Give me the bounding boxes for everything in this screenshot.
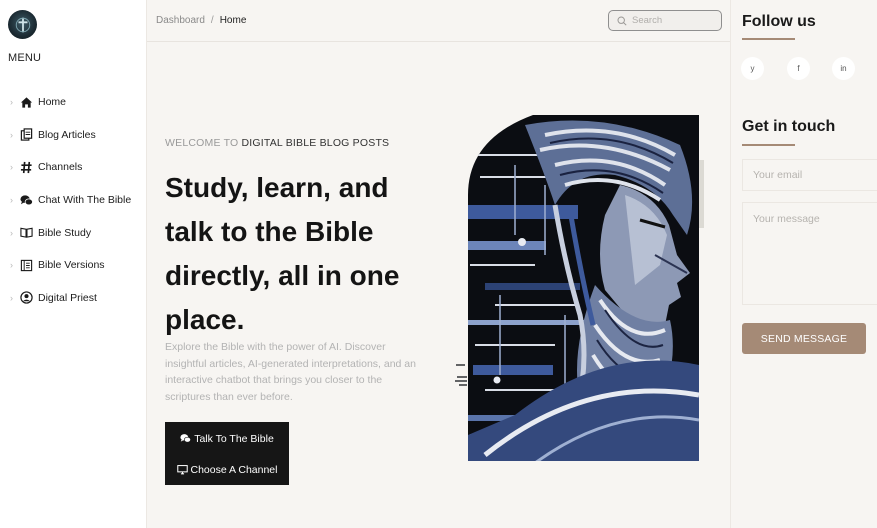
search-input[interactable]	[632, 15, 712, 26]
chat-icon	[19, 193, 33, 207]
talk-to-the-bible-label: Talk To The Bible	[194, 432, 274, 445]
sidebar-item-label: Channels	[38, 161, 83, 174]
talk-to-the-bible-button[interactable]: Talk To The Bible	[165, 423, 289, 454]
email-field[interactable]	[742, 159, 877, 191]
chevron-right-icon: ›	[10, 195, 13, 206]
sidebar-item-digital-priest[interactable]: › Digital Priest	[0, 282, 147, 315]
linkedin-icon: in	[840, 64, 847, 73]
chevron-right-icon: ›	[10, 97, 13, 108]
monitor-icon	[176, 465, 188, 475]
sidebar-item-label: Blog Articles	[38, 128, 96, 141]
logo-emblem-icon	[15, 17, 30, 32]
articles-icon	[19, 128, 33, 142]
sidebar-item-label: Chat With The Bible	[38, 194, 132, 207]
welcome-highlight: DIGITAL BIBLE BLOG POSTS	[241, 137, 390, 149]
user-icon	[19, 291, 33, 305]
twitter-link[interactable]: y	[741, 57, 764, 80]
chevron-right-icon: ›	[10, 129, 13, 140]
sidebar-nav: › Home › Blog Articles › Channels › Chat…	[0, 86, 147, 314]
chevron-right-icon: ›	[10, 292, 13, 303]
search-box[interactable]	[608, 10, 722, 31]
chevron-right-icon: ›	[10, 260, 13, 271]
breadcrumb: Dashboard / Home	[156, 15, 246, 26]
chat-icon	[180, 434, 192, 443]
sidebar: MENU › Home › Blog Articles › Channels ›	[0, 0, 147, 528]
hero-headline: Study, learn, and talk to the Bible dire…	[165, 172, 400, 335]
top-bar: Dashboard / Home	[147, 0, 730, 42]
logo[interactable]	[8, 10, 37, 39]
get-in-touch-title: Get in touch	[742, 118, 836, 135]
sidebar-item-bible-study[interactable]: › Bible Study	[0, 216, 147, 249]
follow-us-title: Follow us	[742, 13, 816, 30]
sidebar-item-blog-articles[interactable]: › Blog Articles	[0, 119, 147, 152]
welcome-text: WELCOME TO DIGITAL BIBLE BLOG POSTS	[165, 137, 389, 149]
cta-group: Talk To The Bible Choose A Channel	[165, 422, 289, 485]
twitter-icon: y	[750, 64, 755, 73]
message-field[interactable]	[742, 202, 877, 305]
title-underline	[742, 144, 795, 146]
choose-a-channel-button[interactable]: Choose A Channel	[165, 454, 289, 485]
choose-a-channel-label: Choose A Channel	[190, 463, 278, 476]
chevron-right-icon: ›	[10, 162, 13, 173]
breadcrumb-dashboard-link[interactable]: Dashboard	[156, 15, 205, 26]
versions-icon	[19, 258, 33, 272]
sidebar-item-chat-with-the-bible[interactable]: › Chat With The Bible	[0, 184, 147, 217]
sidebar-item-label: Home	[38, 96, 67, 109]
breadcrumb-current: Home	[219, 15, 247, 26]
right-column: Follow us y f in Get in touch SEND MESSA…	[730, 0, 877, 528]
hashtag-icon	[19, 160, 33, 174]
sidebar-item-channels[interactable]: › Channels	[0, 151, 147, 184]
facebook-icon: f	[797, 64, 800, 73]
send-message-button[interactable]: SEND MESSAGE	[742, 323, 866, 354]
home-icon	[19, 95, 33, 109]
book-icon	[19, 226, 33, 240]
hero-illustration	[455, 115, 704, 461]
linkedin-link[interactable]: in	[832, 57, 855, 80]
sidebar-item-label: Digital Priest	[38, 291, 97, 304]
title-underline	[742, 38, 795, 40]
chevron-right-icon: ›	[10, 227, 13, 238]
sidebar-item-bible-versions[interactable]: › Bible Versions	[0, 249, 147, 282]
sidebar-item-label: Bible Study	[38, 226, 92, 239]
search-icon	[617, 15, 627, 26]
hero-description: Explore the Bible with the power of AI. …	[165, 341, 416, 403]
menu-title: MENU	[8, 52, 42, 64]
sidebar-item-label: Bible Versions	[38, 259, 105, 272]
welcome-prefix: WELCOME TO	[165, 137, 239, 149]
breadcrumb-separator: /	[210, 15, 214, 26]
sidebar-item-home[interactable]: › Home	[0, 86, 147, 119]
facebook-link[interactable]: f	[787, 57, 810, 80]
